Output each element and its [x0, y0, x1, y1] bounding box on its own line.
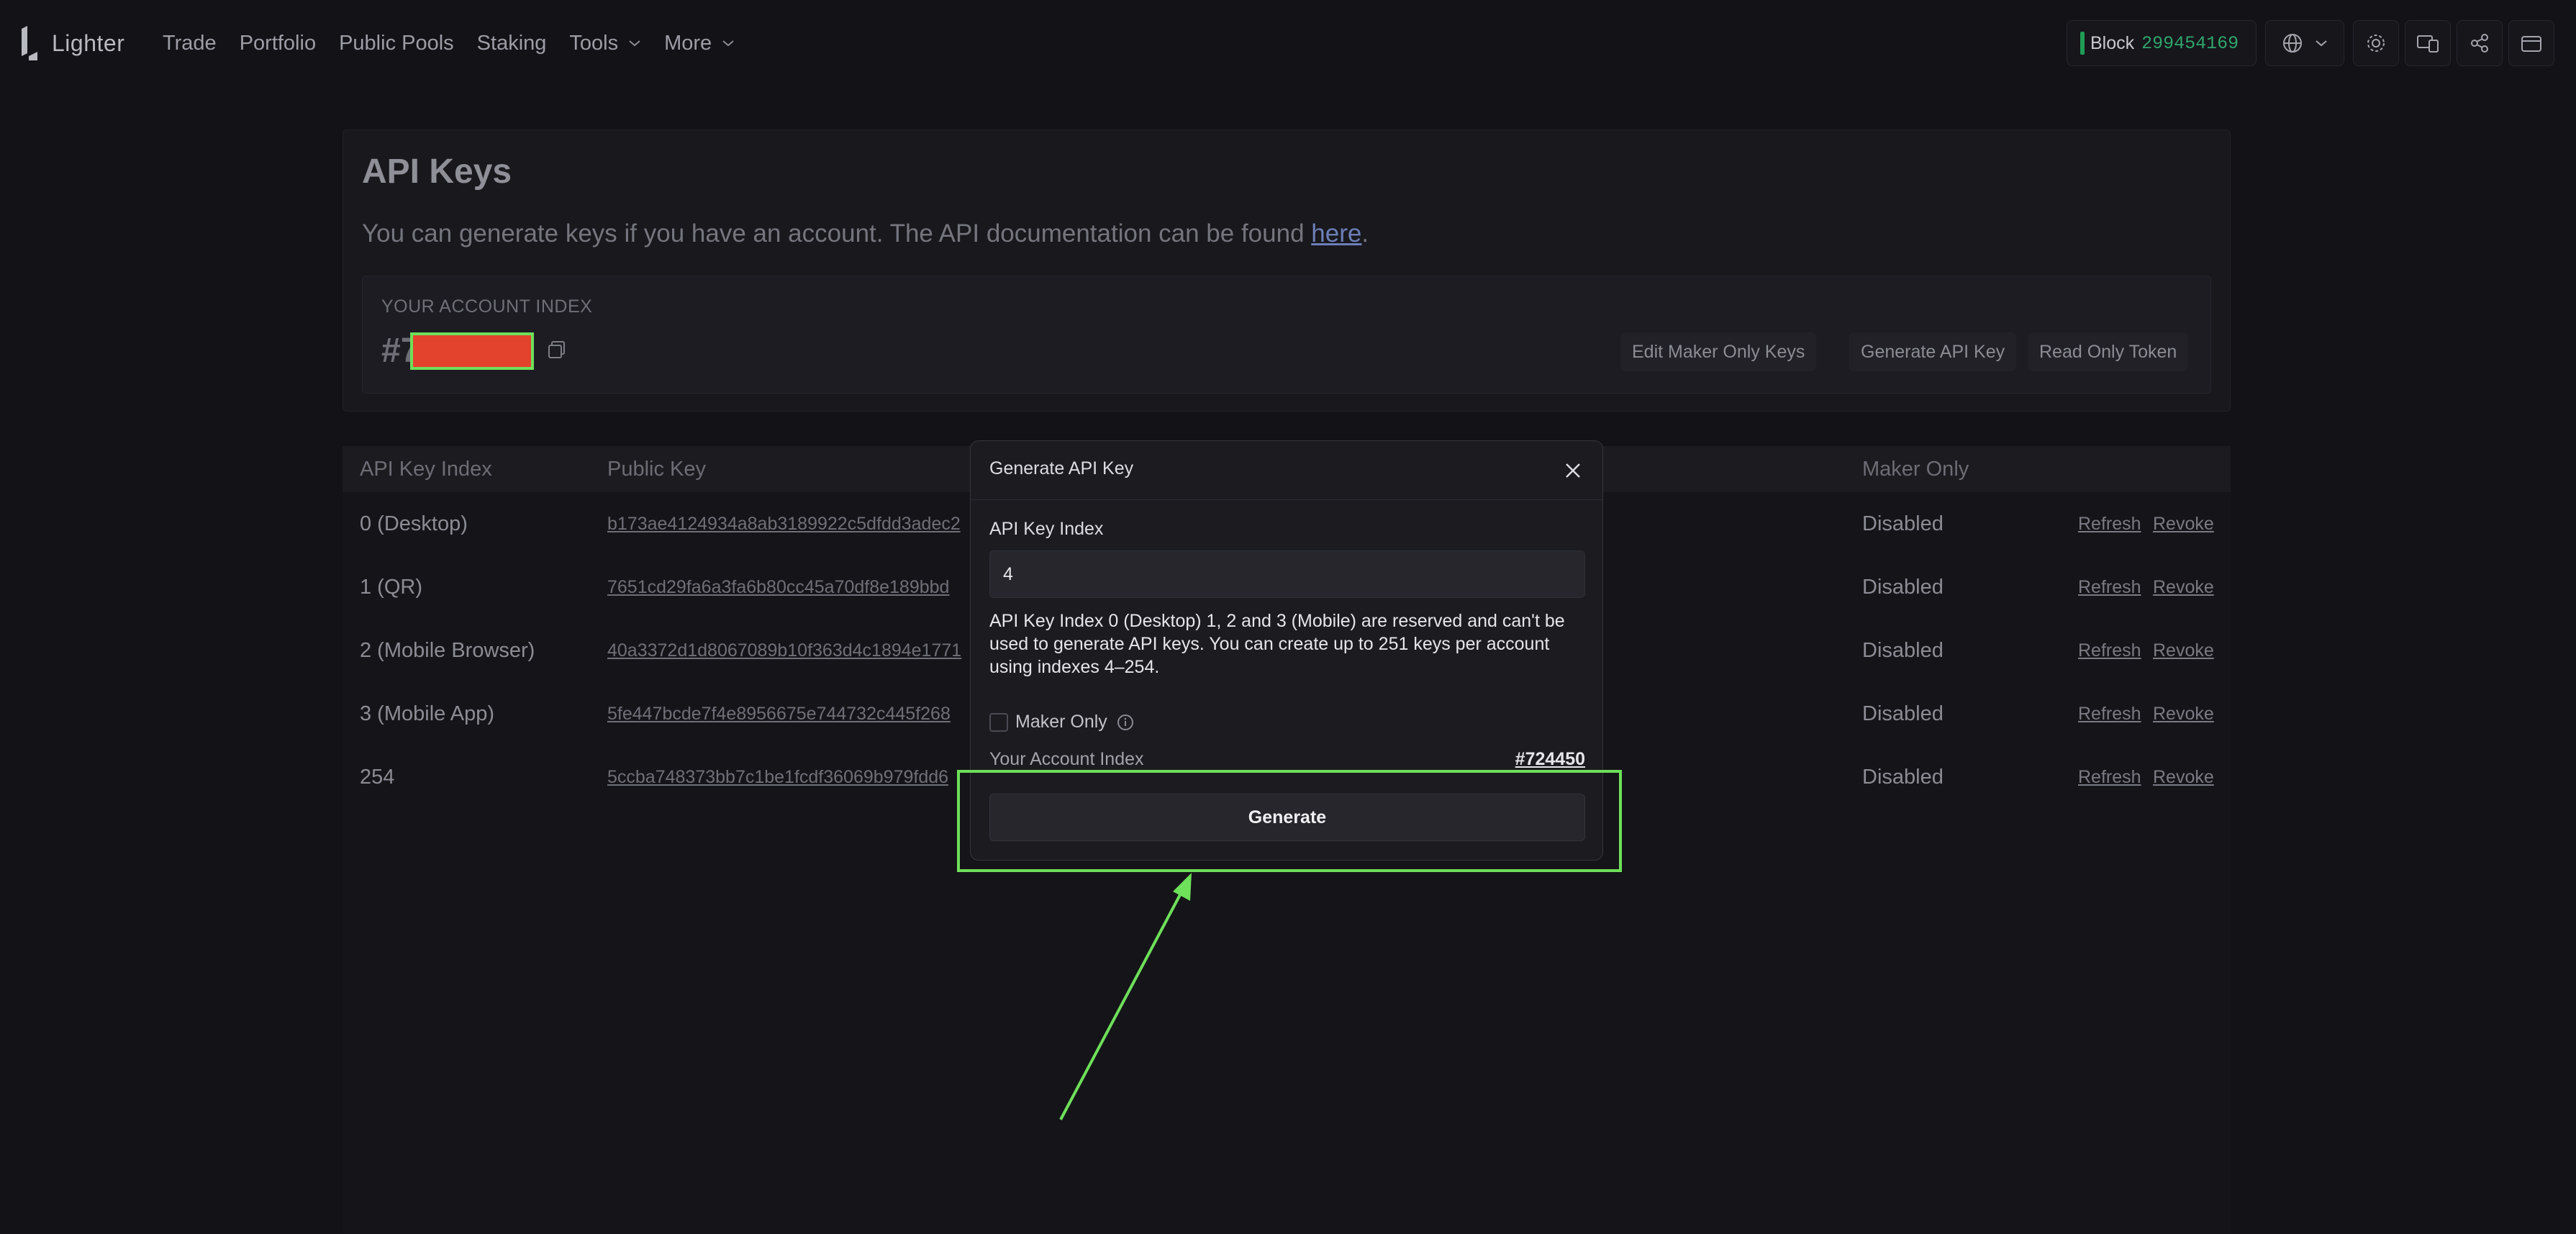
page-title: API Keys	[362, 153, 512, 191]
settings-button[interactable]	[2353, 20, 2399, 66]
wallet-button[interactable]	[2508, 20, 2554, 66]
block-label: Block	[2090, 32, 2135, 53]
account-index-panel: YOUR ACCOUNT INDEX #7 Edit Maker Only Ke…	[362, 276, 2211, 394]
info-icon[interactable]	[1116, 713, 1135, 732]
row-public-key[interactable]: 7651cd29fa6a3fa6b80cc45a70df8e189bbd	[607, 555, 949, 619]
generate-button[interactable]: Generate	[989, 794, 1585, 841]
api-keys-card: API Keys You can generate keys if you ha…	[343, 130, 2231, 412]
row-maker-only: Disabled	[1862, 766, 1944, 789]
block-number: 299454169	[2141, 32, 2239, 54]
nav-more-label: More	[664, 31, 712, 55]
revoke-button[interactable]: Revoke	[2153, 555, 2214, 619]
row-maker-only: Disabled	[1862, 639, 1944, 662]
copy-icon[interactable]	[543, 335, 571, 364]
nav-trade[interactable]: Trade	[163, 32, 217, 55]
nav-tools[interactable]: Tools	[569, 32, 641, 55]
row-public-key[interactable]: 5fe447bcde7f4e8956675e744732c445f268	[607, 682, 951, 745]
revoke-button[interactable]: Revoke	[2153, 745, 2214, 809]
api-key-index-input[interactable]	[989, 550, 1585, 598]
chevron-down-icon	[722, 40, 734, 47]
block-status-indicator	[2080, 32, 2085, 55]
row-maker-only: Disabled	[1862, 576, 1944, 599]
row-public-key[interactable]: 5ccba748373bb7c1be1fcdf36069b979fdd6	[607, 745, 948, 809]
lighter-logo-icon	[22, 26, 37, 60]
close-icon[interactable]	[1562, 460, 1584, 481]
row-index: 254	[360, 766, 395, 789]
header-maker-only: Maker Only	[1862, 458, 1969, 481]
row-index: 1 (QR)	[360, 576, 422, 599]
modal-account-index-value[interactable]: #724450	[1515, 749, 1585, 770]
row-index: 0 (Desktop)	[360, 512, 468, 535]
description-end: .	[1361, 219, 1369, 248]
refresh-button[interactable]: Refresh	[2078, 682, 2141, 745]
chevron-down-icon	[629, 40, 640, 47]
globe-icon	[2283, 34, 2302, 53]
maker-only-label: Maker Only	[1015, 712, 1107, 732]
redaction-box	[410, 332, 534, 370]
share-button[interactable]	[2457, 20, 2503, 66]
refresh-button[interactable]: Refresh	[2078, 555, 2141, 619]
row-public-key[interactable]: b173ae4124934a8ab3189922c5dfdd3adec2	[607, 492, 961, 555]
refresh-button[interactable]: Refresh	[2078, 619, 2141, 682]
generate-api-key-modal: Generate API Key API Key Index API Key I…	[970, 440, 1603, 861]
modal-account-index-label: Your Account Index	[989, 749, 1144, 769]
main-nav: Trade Portfolio Public Pools Staking Too…	[163, 0, 758, 86]
description-text: You can generate keys if you have an acc…	[362, 219, 1312, 248]
revoke-button[interactable]: Revoke	[2153, 492, 2214, 555]
gear-icon	[2367, 35, 2385, 52]
nav-trade-label: Trade	[163, 31, 217, 55]
share-icon	[2471, 34, 2488, 53]
nav-portfolio-label: Portfolio	[239, 31, 317, 55]
api-docs-link[interactable]: here	[1311, 219, 1361, 248]
refresh-button[interactable]: Refresh	[2078, 745, 2141, 809]
devices-icon	[2417, 35, 2439, 53]
header-api-key-index: API Key Index	[360, 458, 492, 481]
nav-public-pools-label: Public Pools	[339, 31, 454, 55]
nav-public-pools[interactable]: Public Pools	[339, 32, 454, 55]
nav-tools-label: Tools	[569, 31, 619, 55]
nav-portfolio[interactable]: Portfolio	[240, 32, 316, 55]
row-maker-only: Disabled	[1862, 512, 1944, 535]
page-description: You can generate keys if you have an acc…	[362, 219, 1369, 248]
language-button[interactable]	[2265, 20, 2344, 66]
generate-api-key-button[interactable]: Generate API Key	[1849, 332, 2017, 371]
revoke-button[interactable]: Revoke	[2153, 619, 2214, 682]
row-public-key[interactable]: 40a3372d1d8067089b10f363d4c1894e1771	[607, 619, 961, 682]
chevron-down-icon	[2316, 40, 2327, 47]
nav-more[interactable]: More	[664, 32, 735, 55]
reserved-keys-note: API Key Index 0 (Desktop) 1, 2 and 3 (Mo…	[989, 611, 1565, 677]
nav-staking[interactable]: Staking	[477, 32, 547, 55]
modal-header: Generate API Key	[971, 441, 1602, 500]
brand-name: Lighter	[52, 30, 125, 56]
refresh-button[interactable]: Refresh	[2078, 492, 2141, 555]
nav-staking-label: Staking	[476, 31, 547, 55]
block-status[interactable]: Block 299454169	[2067, 20, 2257, 66]
brand-logo[interactable]: Lighter	[17, 24, 124, 62]
row-index: 2 (Mobile Browser)	[360, 639, 535, 662]
read-only-token-button[interactable]: Read Only Token	[2028, 332, 2189, 371]
account-index-label: YOUR ACCOUNT INDEX	[381, 296, 593, 317]
header-public-key: Public Key	[607, 458, 707, 481]
top-navigation: Lighter Trade Portfolio Public Pools Sta…	[0, 0, 2576, 86]
row-index: 3 (Mobile App)	[360, 702, 494, 725]
wallet-icon	[2521, 36, 2541, 52]
modal-title: Generate API Key	[989, 458, 1134, 478]
api-key-index-label: API Key Index	[989, 519, 1104, 539]
maker-only-checkbox[interactable]	[989, 713, 1008, 732]
revoke-button[interactable]: Revoke	[2153, 682, 2214, 745]
edit-maker-only-keys-button[interactable]: Edit Maker Only Keys	[1620, 332, 1817, 371]
row-maker-only: Disabled	[1862, 702, 1944, 725]
devices-button[interactable]	[2405, 20, 2451, 66]
